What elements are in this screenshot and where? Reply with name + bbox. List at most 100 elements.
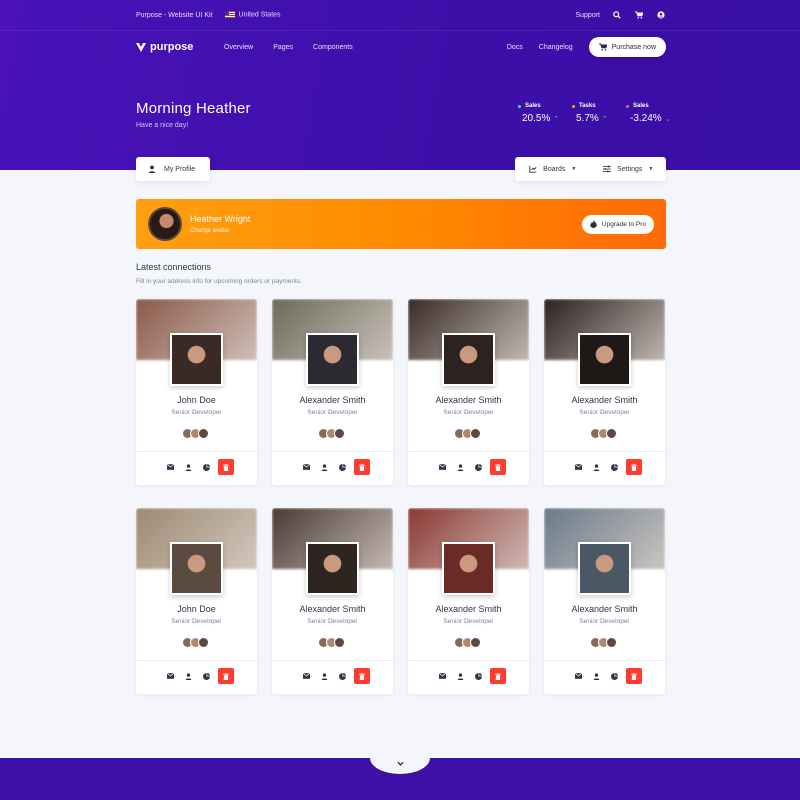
card-actions [164,668,234,684]
avatar[interactable] [198,428,209,439]
card-name[interactable]: Alexander Smith [272,604,393,614]
nav-changelog[interactable]: Changelog [539,44,573,51]
profile-photo[interactable] [578,542,631,595]
user-icon[interactable] [656,10,666,20]
trash-icon [631,463,637,471]
connection-card[interactable]: Alexander Smith Senior Developer [408,508,529,694]
profile-photo[interactable] [306,333,359,386]
support-link[interactable]: Support [575,12,600,19]
user-icon[interactable] [454,460,466,474]
user-icon[interactable] [182,669,194,683]
chevron-down-icon: ▼ [648,166,654,172]
connection-card[interactable]: John Doe Senior Developer [136,299,257,485]
pie-chart-icon[interactable] [608,669,620,683]
card-name[interactable]: John Doe [136,395,257,405]
stat-label: Tasks [579,103,596,109]
mail-icon[interactable] [572,460,584,474]
avatar[interactable] [470,637,481,648]
avatar[interactable] [148,207,182,241]
mail-icon[interactable] [436,460,448,474]
delete-button[interactable] [218,459,234,475]
change-avatar-link[interactable]: Change avatar [190,228,250,234]
pie-chart-icon[interactable] [608,460,620,474]
upgrade-button[interactable]: Upgrade to Pro [581,214,654,234]
delete-button[interactable] [218,668,234,684]
connection-card[interactable]: Alexander Smith Senior Developer [544,299,665,485]
tab-boards[interactable]: Boards ▼ [515,165,591,173]
mail-icon[interactable] [436,669,448,683]
user-icon[interactable] [318,460,330,474]
connection-card[interactable]: Alexander Smith Senior Developer [272,508,393,694]
connection-card[interactable]: Alexander Smith Senior Developer [408,299,529,485]
nav-components[interactable]: Components [313,44,353,51]
chevron-down-icon: ▼ [571,166,577,172]
tab-label: Boards [543,165,566,173]
delete-button[interactable] [354,668,370,684]
card-name[interactable]: Alexander Smith [544,395,665,405]
card-role: Senior Developer [171,409,222,416]
mail-icon[interactable] [572,669,584,683]
connection-card[interactable]: John Doe Senior Developer [136,508,257,694]
avatar[interactable] [334,428,345,439]
pie-chart-icon[interactable] [336,669,348,683]
connections-grid: John Doe Senior Developer Alexander Smit… [136,299,666,694]
user-icon[interactable] [590,669,602,683]
card-name[interactable]: John Doe [136,604,257,614]
profile-photo[interactable] [442,333,495,386]
card-name[interactable]: Alexander Smith [408,395,529,405]
delete-button[interactable] [626,459,642,475]
connection-card[interactable]: Alexander Smith Senior Developer [272,299,393,485]
nav-docs[interactable]: Docs [507,44,523,51]
card-role: Senior Developer [307,618,358,625]
user-icon[interactable] [454,669,466,683]
profile-photo[interactable] [306,542,359,595]
pie-chart-icon[interactable] [200,460,212,474]
tab-my-profile[interactable]: My Profile [136,157,210,181]
profile-photo[interactable] [578,333,631,386]
stat-sales-2: Sales -3.24% ⌄ [626,103,671,124]
mail-icon[interactable] [300,669,312,683]
profile-photo[interactable] [170,542,223,595]
pie-chart-icon[interactable] [472,460,484,474]
user-icon[interactable] [590,460,602,474]
delete-button[interactable] [490,668,506,684]
card-name[interactable]: Alexander Smith [408,604,529,614]
cart-icon[interactable] [634,10,644,20]
card-role: Senior Developer [579,618,630,625]
mail-icon[interactable] [164,460,176,474]
connection-card[interactable]: Alexander Smith Senior Developer [544,508,665,694]
card-name[interactable]: Alexander Smith [272,395,393,405]
mail-icon[interactable] [300,460,312,474]
country-selector[interactable]: United States [224,11,281,19]
user-icon [148,165,156,173]
card-name[interactable]: Alexander Smith [544,604,665,614]
brand-link[interactable]: Purpose - Website UI Kit [136,12,213,19]
banner-name: Heather Wright [190,214,251,224]
profile-photo[interactable] [442,542,495,595]
tab-label: My Profile [164,165,196,173]
flame-icon [590,220,597,228]
avatar[interactable] [606,428,617,439]
pie-chart-icon[interactable] [336,460,348,474]
profile-photo[interactable] [170,333,223,386]
logo[interactable]: purpose [136,41,224,53]
nav-overview[interactable]: Overview [224,44,253,51]
stat-value: 5.7% [576,113,599,124]
card-actions [572,459,642,475]
delete-button[interactable] [626,668,642,684]
user-icon[interactable] [318,669,330,683]
avatar[interactable] [470,428,481,439]
avatar[interactable] [606,637,617,648]
delete-button[interactable] [354,459,370,475]
search-icon[interactable] [612,10,622,20]
nav-pages[interactable]: Pages [273,44,293,51]
avatar[interactable] [334,637,345,648]
purchase-button[interactable]: Purchase now [588,37,666,57]
delete-button[interactable] [490,459,506,475]
user-icon[interactable] [182,460,194,474]
pie-chart-icon[interactable] [472,669,484,683]
tab-settings[interactable]: Settings ▼ [591,165,667,173]
pie-chart-icon[interactable] [200,669,212,683]
mail-icon[interactable] [164,669,176,683]
avatar[interactable] [198,637,209,648]
